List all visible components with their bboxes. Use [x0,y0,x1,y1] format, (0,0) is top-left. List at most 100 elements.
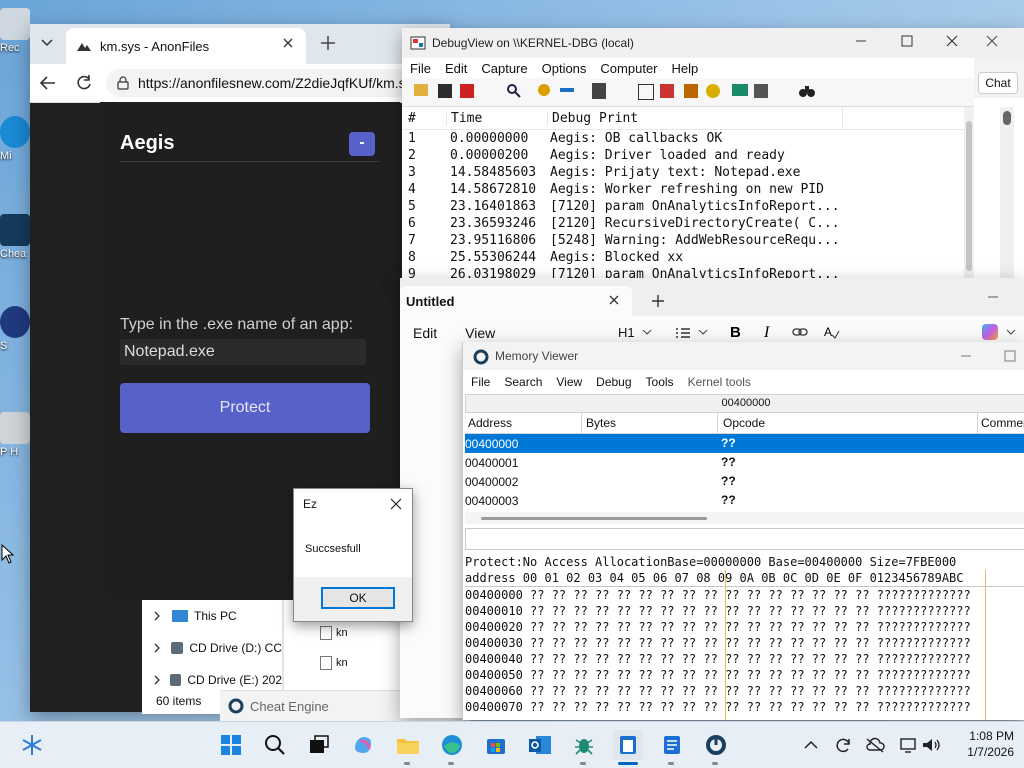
list-icon[interactable] [675,326,691,340]
site-info-icon[interactable] [116,76,130,90]
connect-icon[interactable] [754,84,768,98]
menu-capture[interactable]: Capture [481,61,527,76]
scrollbar-thumb[interactable] [1003,111,1011,125]
start-button[interactable] [216,730,246,760]
clock[interactable]: 1:08 PM 1/7/2026 [944,728,1014,760]
disassembler-row[interactable]: 00400000?? [465,434,1024,453]
new-tab-button[interactable] [650,293,666,309]
clock-icon[interactable] [706,84,720,98]
disassembler-hscrollbar[interactable] [465,512,1024,524]
hex-row[interactable]: 00400050 ?? ?? ?? ?? ?? ?? ?? ?? ?? ?? ?… [465,667,1024,683]
ok-button[interactable]: OK [321,587,395,609]
edge-button[interactable] [437,730,467,760]
hex-row[interactable]: 00400040 ?? ?? ?? ?? ?? ?? ?? ?? ?? ?? ?… [465,651,1024,667]
column-header-address[interactable]: Address [468,416,512,430]
maximize-button[interactable] [900,34,914,48]
log-row[interactable]: 8 25.55306244 Aegis: Blocked xx [402,249,964,266]
copilot-button[interactable] [348,730,378,760]
italic-icon[interactable]: I [762,324,774,340]
menu-edit[interactable]: Edit [413,325,437,341]
desktop-icon-cheat-engine[interactable]: Chea [0,214,34,260]
column-header-time[interactable]: Time [446,110,547,126]
heading-select[interactable]: H1 [618,325,635,340]
menu-search[interactable]: Search [504,375,542,389]
menu-edit[interactable]: Edit [445,61,467,76]
scrollbar-thumb[interactable] [966,121,972,271]
menu-computer[interactable]: Computer [600,61,657,76]
log-row[interactable]: 3 14.58485603 Aegis: Prijaty text: Notepad… [402,164,964,181]
nav-item-this-pc[interactable]: This PC [152,604,282,628]
close-tab-icon[interactable] [608,294,620,306]
outlook-button[interactable] [525,730,555,760]
binoculars-icon[interactable] [798,83,816,99]
log-row[interactable]: 7 23.95116806 [5248] Warning: AddWebResour… [402,232,964,249]
link-icon[interactable] [792,326,808,338]
capture-kernel-icon[interactable] [538,84,550,96]
tab-list-button[interactable] [36,32,58,54]
history-icon[interactable] [684,84,698,98]
file-explorer-button[interactable] [393,730,423,760]
browser-tab[interactable]: km.sys - AnonFiles [66,28,306,64]
nav-item-cd-drive-e[interactable]: CD Drive (E:) 202 [152,668,282,692]
autoscroll-icon[interactable] [560,88,574,92]
hex-row[interactable]: 00400030 ?? ?? ?? ?? ?? ?? ?? ?? ?? ?? ?… [465,635,1024,651]
capture-icon[interactable] [592,83,606,99]
file-item[interactable]: kn [320,626,348,640]
menu-kernel-tools[interactable]: Kernel tools [688,375,751,389]
column-divider[interactable] [977,413,978,433]
column-divider[interactable] [717,413,718,433]
menu-tools[interactable]: Tools [646,375,674,389]
scrollbar-thumb[interactable] [481,517,707,520]
menu-view[interactable]: View [465,325,495,341]
disassembler-row[interactable]: 00400002?? [465,472,1024,491]
column-header-num[interactable]: # [402,111,446,126]
refresh-button[interactable] [74,73,94,93]
minimize-button[interactable] [854,34,868,48]
bold-icon[interactable]: B [730,324,742,340]
dialog-close-button[interactable] [389,497,403,511]
save-icon[interactable] [438,84,452,98]
highlight-icon[interactable] [660,84,674,98]
log-row[interactable]: 9 26.03198029 [7120] param OnAnalyticsInfo… [402,266,964,278]
close-tab-icon[interactable] [282,37,294,49]
filter-icon[interactable] [638,84,654,100]
disassembler-row[interactable]: 00400001?? [465,453,1024,472]
new-tab-button[interactable] [318,33,338,53]
browser-close-button[interactable] [985,34,999,48]
log-row[interactable]: 5 23.16401863 [7120] param OnAnalyticsInfo… [402,198,964,215]
sync-tray-button[interactable] [832,730,854,760]
menu-debug[interactable]: Debug [596,375,631,389]
spellcheck-icon[interactable]: A [824,325,840,339]
menu-file[interactable]: File [471,375,490,389]
minimize-button[interactable] [959,349,973,363]
log-row[interactable]: 1 0.00000000 Aegis: OB callbacks OK [402,130,964,147]
notepad-button[interactable] [613,730,643,760]
protect-button[interactable]: Protect [120,383,370,433]
column-header-opcode[interactable]: Opcode [723,416,765,430]
menu-view[interactable]: View [556,375,582,389]
hex-row[interactable]: 00400060 ?? ?? ?? ?? ?? ?? ?? ?? ?? ?? ?… [465,683,1024,699]
store-button[interactable] [481,730,511,760]
hex-row[interactable]: 00400020 ?? ?? ?? ?? ?? ?? ?? ?? ?? ?? ?… [465,619,1024,635]
maximize-button[interactable] [1003,349,1017,363]
hex-row[interactable]: 00400070 ?? ?? ?? ?? ?? ?? ?? ?? ?? ?? ?… [465,699,1024,715]
back-button[interactable] [38,73,58,93]
nav-item-cd-drive-d[interactable]: CD Drive (D:) CC [152,636,282,660]
file-item[interactable]: kn [320,656,348,670]
search-button[interactable] [260,730,290,760]
disassembler-row[interactable]: 00400003?? [465,491,1024,510]
task-view-button[interactable] [304,730,334,760]
show-hidden-icons-button[interactable] [800,730,822,760]
menu-help[interactable]: Help [672,61,699,76]
desktop-icon-edge[interactable]: Mi [0,116,34,162]
column-divider[interactable] [581,413,582,433]
desktop-icon-s[interactable]: S [0,306,34,352]
menu-file[interactable]: File [410,61,431,76]
column-header-debug-print[interactable]: Debug Print [547,110,842,126]
hex-row[interactable]: 00400000 ?? ?? ?? ?? ?? ?? ?? ?? ?? ?? ?… [465,587,1024,603]
aegis-minimize-button[interactable]: - [349,132,375,156]
open-icon[interactable] [414,84,428,96]
address-bar[interactable]: 00400000 [465,394,1024,413]
desktop-icon-p[interactable]: P H [0,412,34,458]
bug-app-button[interactable] [569,730,599,760]
